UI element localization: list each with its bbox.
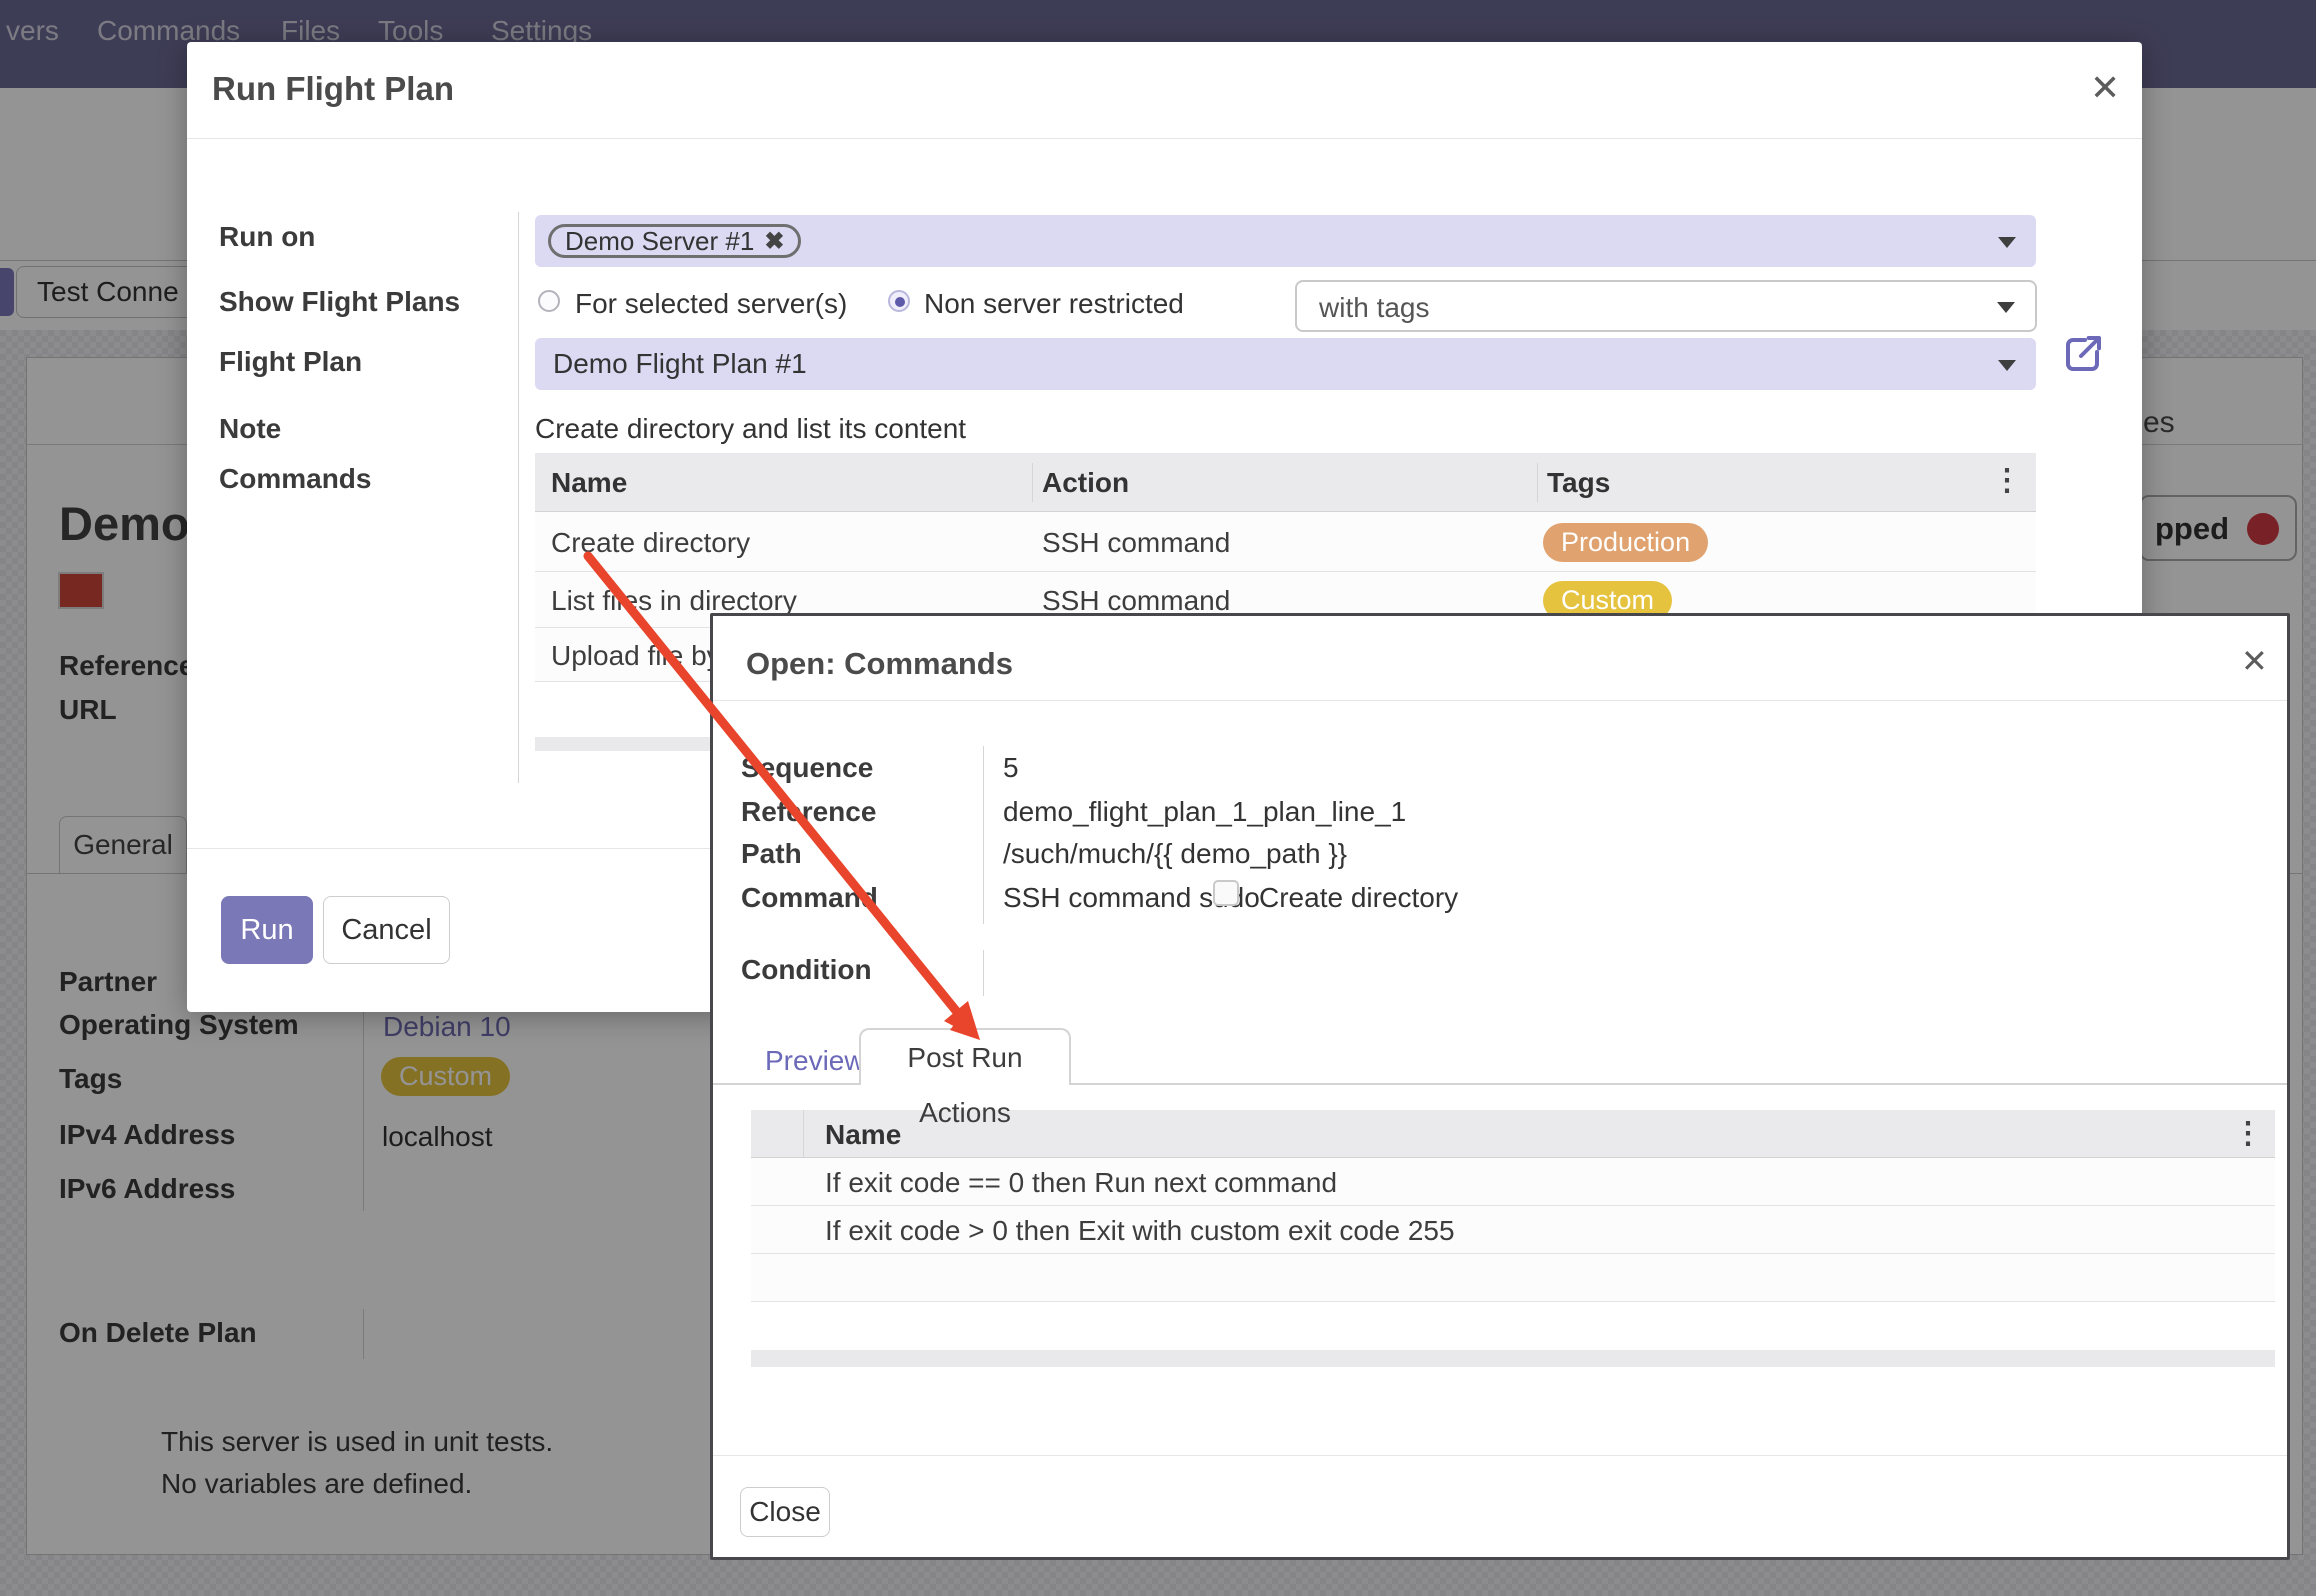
radio-for-selected-servers-label[interactable]: For selected server(s)	[575, 288, 847, 320]
chevron-down-icon[interactable]	[1997, 302, 2015, 313]
server-tag-chip: Demo Server #1 ✖	[548, 224, 801, 258]
commands-label: Commands	[219, 463, 371, 495]
sequence-label: Sequence	[741, 752, 873, 784]
chevron-down-icon[interactable]	[1998, 360, 2016, 371]
header-divider	[803, 1110, 804, 1157]
close-icon[interactable]: ✕	[2090, 70, 2120, 106]
header-divider	[1032, 463, 1033, 502]
command-label: Command	[741, 882, 878, 914]
kebab-menu-icon[interactable]: ⋮	[2233, 1120, 2263, 1148]
remove-tag-icon[interactable]: ✖	[764, 227, 784, 256]
external-link-icon[interactable]	[2059, 330, 2107, 378]
reference-value: demo_flight_plan_1_plan_line_1	[1003, 796, 1406, 828]
radio-for-selected-servers[interactable]	[538, 290, 560, 312]
col-name[interactable]: Name	[551, 467, 627, 499]
cell-action: SSH command	[1042, 527, 1230, 559]
path-value: /such/much/{{ demo_path }}	[1003, 838, 1347, 870]
radio-non-server-restricted-label[interactable]: Non server restricted	[924, 288, 1184, 320]
reference-label: Reference	[741, 796, 876, 828]
modal-header-divider	[713, 700, 2287, 701]
screen: vers Commands Files Tools Settings Test …	[0, 0, 2316, 1596]
modal-header-divider	[187, 138, 2142, 139]
flight-plan-label: Flight Plan	[219, 346, 362, 378]
cell-name[interactable]: Create directory	[551, 527, 750, 559]
with-tags-value: with tags	[1319, 292, 1430, 324]
table-scrollbar[interactable]	[751, 1350, 2275, 1367]
table-row[interactable]: If exit code == 0 then Run next command	[751, 1158, 2275, 1206]
chevron-down-icon[interactable]	[1998, 237, 2016, 248]
close-button[interactable]: Close	[740, 1487, 830, 1537]
cell-name[interactable]: If exit code == 0 then Run next command	[825, 1167, 1337, 1199]
tab-preview[interactable]: Preview	[765, 1045, 865, 1077]
label-field-divider	[518, 212, 519, 783]
col-action[interactable]: Action	[1042, 467, 1129, 499]
tag-production: Production	[1543, 523, 1708, 562]
modal-footer-divider	[713, 1455, 2287, 1456]
close-icon[interactable]: ✕	[2241, 643, 2268, 679]
commands-table-header: Name Action Tags ⋮	[535, 453, 2036, 512]
sudo-checkbox[interactable]	[1213, 880, 1239, 906]
label-field-divider-2	[983, 950, 984, 996]
server-tag-label: Demo Server #1	[565, 226, 754, 257]
table-row[interactable]: Create directory SSH command Production	[535, 512, 2036, 572]
modal-title: Run Flight Plan	[212, 70, 454, 108]
path-label: Path	[741, 838, 802, 870]
col-tags[interactable]: Tags	[1547, 467, 1610, 499]
command-link[interactable]: Create directory	[1259, 882, 1458, 914]
run-button[interactable]: Run	[221, 896, 313, 964]
note-label: Note	[219, 413, 281, 445]
tab-post-run-actions[interactable]: Post Run Actions	[859, 1028, 1071, 1085]
condition-label: Condition	[741, 954, 872, 986]
flight-plan-value: Demo Flight Plan #1	[553, 348, 807, 380]
col-name[interactable]: Name	[825, 1119, 901, 1151]
show-flight-plans-label: Show Flight Plans	[219, 286, 460, 318]
open-commands-modal: Open: Commands ✕ Sequence Reference Path…	[710, 613, 2290, 1560]
modal-title: Open: Commands	[746, 646, 1013, 682]
flight-plan-select[interactable]: Demo Flight Plan #1	[535, 338, 2036, 390]
cell-name[interactable]: If exit code > 0 then Exit with custom e…	[825, 1215, 1455, 1247]
with-tags-select[interactable]: with tags	[1295, 280, 2037, 332]
run-on-label: Run on	[219, 221, 315, 253]
table-row-empty	[751, 1254, 2275, 1302]
radio-non-server-restricted[interactable]	[888, 290, 910, 312]
note-value: Create directory and list its content	[535, 413, 966, 445]
sequence-value: 5	[1003, 752, 1019, 784]
label-field-divider	[983, 746, 984, 924]
cell-name[interactable]: Upload file by	[551, 640, 721, 672]
kebab-menu-icon[interactable]: ⋮	[1992, 467, 2022, 495]
header-divider	[1537, 463, 1538, 502]
table-row[interactable]: If exit code > 0 then Exit with custom e…	[751, 1206, 2275, 1254]
cancel-button[interactable]: Cancel	[323, 896, 450, 964]
